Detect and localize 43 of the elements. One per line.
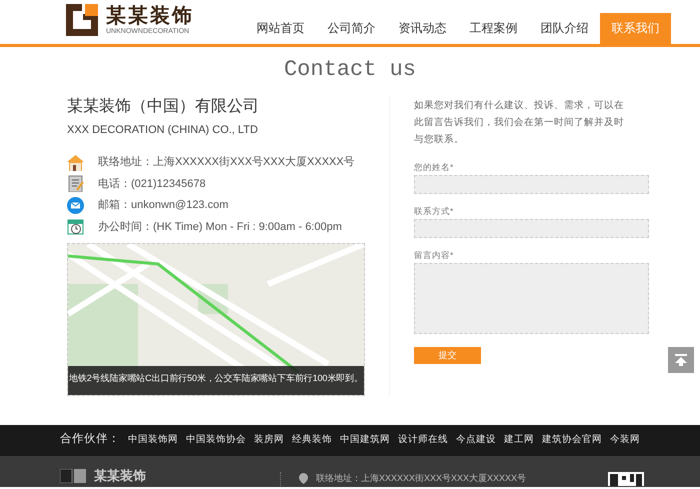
logo-icon [66,4,98,36]
company-name: 某某装饰（中国）有限公司 [67,96,260,117]
message-field[interactable] [414,263,649,334]
partner-link[interactable]: 中国装饰网 [128,432,178,448]
nav-tab[interactable]: 资讯动态 [387,13,458,44]
footer-address: 联络地址：上海XXXXXX街XXX号XXX大厦XXXXX号 [316,472,526,485]
footer-logo-name: 某某装饰 [94,467,146,485]
contact-info-text: 邮箱：unkonwn@123.com [98,198,228,213]
partner-link[interactable]: 经典装饰 [292,432,332,448]
partner-link[interactable]: 建工网 [504,432,534,448]
qr-code-icon [608,472,644,486]
partner-link[interactable]: 设计师在线 [398,432,448,448]
partner-link[interactable]: 今装网 [610,432,640,448]
field-label: 联系方式* [414,206,454,216]
house-icon [67,154,84,171]
partner-link[interactable]: 今点建设 [456,432,496,448]
partner-link[interactable]: 中国建筑网 [340,432,390,448]
partner-link[interactable]: 装房网 [254,432,284,448]
logo-name: 某某装饰 [106,4,194,26]
input-field[interactable] [414,175,649,194]
contact-info-text: 电话：(021)12345678 [98,176,206,192]
contact-info-text: 办公时间：(HK Time) Mon - Fri : 9:00am - 6:00pm [98,220,342,234]
notepad-icon [67,175,84,192]
calendar-clock-icon [67,218,84,236]
page-title: Contact us [282,56,418,84]
contact-info-text: 联络地址：上海XXXXXX街XXX号XXX大厦XXXXX号 [98,155,355,170]
intro-text: 如果您对我们有什么建议、投诉、需求，可以在此留言告诉我们，我们会在第一时间了解并及时与您联系。 [414,99,625,147]
back-to-top-button[interactable] [668,347,694,373]
nav-tab[interactable]: 公司简介 [316,13,387,44]
nav-tab[interactable]: 工程案例 [458,13,529,44]
partner-link[interactable]: 中国装饰协会 [186,432,246,448]
partners-label: 合作伙伴： [60,432,120,448]
partner-link[interactable]: 建筑协会官网 [542,432,602,448]
nav-tab[interactable]: 团队介绍 [529,13,600,44]
nav-tab[interactable]: 网站首页 [245,13,316,44]
envelope-icon [67,196,84,214]
input-field[interactable] [414,219,649,238]
location-pin-icon [299,473,308,484]
logo-icon [60,468,86,483]
company-name-english: XXX DECORATION (CHINA) CO., LTD [67,123,259,138]
field-label: 您的姓名* [414,162,454,172]
field-label: 留言内容* [414,250,454,260]
map-caption: 地铁2号线陆家嘴站C出口前行50米，公交车陆家嘴站下车前行100米即到。 [68,366,364,394]
